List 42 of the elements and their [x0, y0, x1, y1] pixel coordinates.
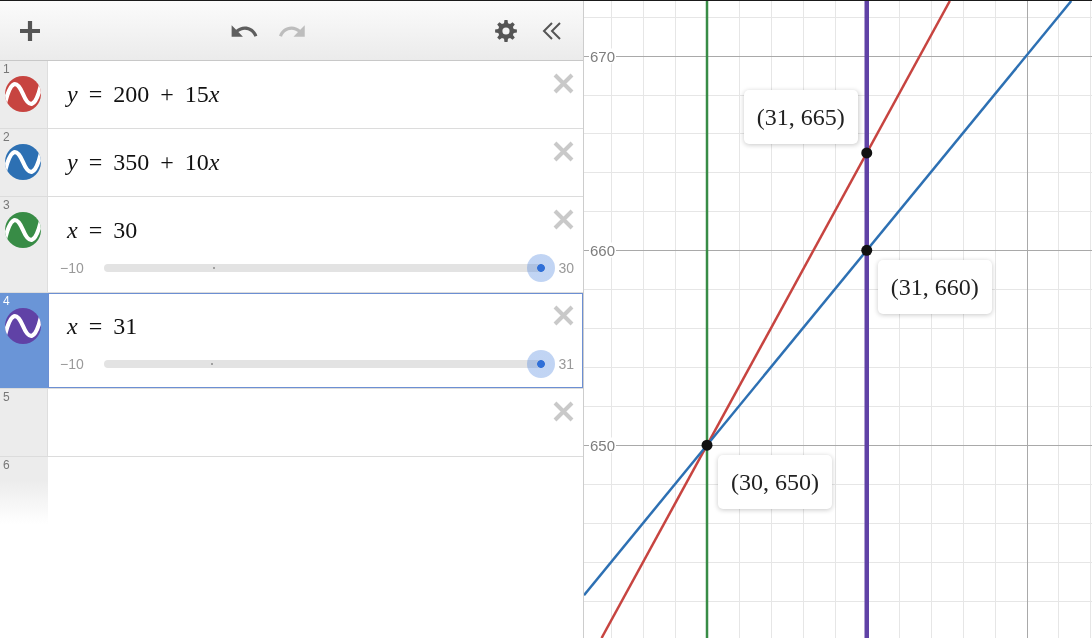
- slider-max-label: 30: [558, 260, 574, 276]
- expression-gutter[interactable]: 3: [0, 197, 48, 292]
- close-icon: [553, 305, 574, 326]
- graph-point[interactable]: [861, 244, 873, 256]
- expression-gutter[interactable]: 1: [0, 61, 48, 128]
- math-input[interactable]: x = 31: [67, 305, 553, 347]
- slider-max-label: 31: [558, 356, 574, 372]
- slider-thumb[interactable]: [527, 254, 556, 282]
- slider-min-label: −10: [60, 356, 84, 372]
- graph-point[interactable]: [701, 439, 713, 451]
- row-number: 3: [3, 199, 10, 211]
- row-number: 2: [3, 131, 10, 143]
- row-number: 4: [3, 295, 10, 307]
- vertical-line[interactable]: [864, 1, 869, 638]
- expression-gutter[interactable]: 2: [0, 129, 48, 196]
- undo-icon: [230, 23, 258, 38]
- point-label: (30, 650): [718, 455, 832, 510]
- point-label: (31, 665): [743, 89, 858, 144]
- row-number: 6: [3, 459, 10, 471]
- point-label: (31, 660): [877, 260, 992, 315]
- row-number: 5: [3, 391, 10, 403]
- close-icon: [553, 401, 574, 422]
- close-icon: [553, 209, 574, 230]
- math-input[interactable]: y = 200 + 15x: [67, 73, 553, 115]
- slider-min-label: −10: [60, 260, 84, 276]
- math-input[interactable]: y = 350 + 10x: [67, 141, 553, 183]
- gear-icon: [495, 19, 517, 42]
- redo-icon: [278, 23, 306, 38]
- graph-point[interactable]: [861, 147, 873, 159]
- axis-tick-label: 660: [589, 242, 617, 258]
- slider-thumb[interactable]: [527, 350, 556, 378]
- graph-panel[interactable]: (31, 665) (31, 660) (30, 650) 670 660 650: [584, 1, 1092, 638]
- double-chevron-icon: [541, 19, 563, 42]
- plus-icon: [19, 19, 41, 42]
- axis-tick-label: 670: [589, 48, 617, 64]
- expression-gutter[interactable]: 5: [0, 389, 48, 456]
- axis-tick-label: 650: [589, 437, 617, 453]
- close-icon: [553, 141, 574, 162]
- row-number: 1: [3, 63, 10, 75]
- close-icon: [553, 73, 574, 94]
- math-input[interactable]: x = 30: [67, 209, 553, 251]
- selected-expression-outline[interactable]: x = 31 −10 31: [48, 293, 583, 388]
